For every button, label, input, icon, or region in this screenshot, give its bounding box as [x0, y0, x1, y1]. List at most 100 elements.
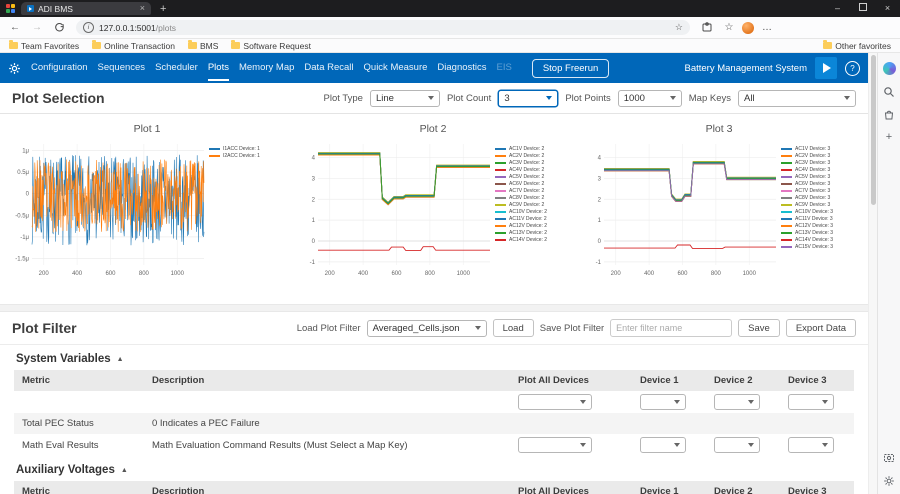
plot-count-select[interactable]: 3 [498, 89, 559, 107]
legend-item[interactable]: AC10V Device: 3 [781, 208, 855, 215]
scrollbar-thumb[interactable] [870, 55, 876, 205]
help-icon[interactable]: ? [845, 60, 860, 76]
copilot-icon[interactable] [882, 62, 896, 75]
legend-item[interactable]: AC4V Device: 3 [781, 166, 855, 173]
close-button[interactable]: × [875, 0, 900, 17]
favorite-item-bms[interactable]: BMS [187, 40, 218, 51]
save-button[interactable]: Save [738, 319, 780, 337]
plot-canvas[interactable]: 200 400 600 800 1000 4 3 2 1 0 -1 [579, 138, 779, 278]
adi-logo[interactable] [815, 57, 837, 79]
settings-menu-icon[interactable]: … [758, 17, 776, 38]
legend-item[interactable]: AC2V Device: 3 [781, 152, 855, 159]
browser-tab[interactable]: ADI BMS × [21, 2, 151, 15]
legend-item[interactable]: AC13V Device: 2 [495, 229, 569, 236]
device-2-select[interactable] [714, 437, 760, 453]
legend-item[interactable]: AC8V Device: 2 [495, 194, 569, 201]
nav-item-eis[interactable]: EIS [497, 53, 512, 83]
maximize-button[interactable] [850, 0, 875, 17]
plot-points-select[interactable]: 1000 [617, 89, 682, 107]
device-3-select[interactable] [788, 394, 834, 410]
favorite-item-online-transaction[interactable]: Online Transaction [92, 40, 175, 51]
shopping-icon[interactable] [883, 108, 896, 121]
legend-item[interactable]: AC3V Device: 2 [495, 159, 569, 166]
legend-item[interactable]: AC5V Device: 2 [495, 173, 569, 180]
back-button[interactable]: ← [6, 17, 24, 38]
legend-item[interactable]: AC4V Device: 2 [495, 166, 569, 173]
legend-item[interactable]: AC11V Device: 3 [781, 215, 855, 222]
column-header-device-2: Device 2 [714, 486, 753, 494]
nav-item-data-recall[interactable]: Data Recall [304, 53, 353, 83]
load-filter-select[interactable]: Averaged_Cells.json [366, 319, 487, 337]
plot-canvas[interactable]: 200 400 600 800 1000 4 3 2 1 0 -1 [293, 138, 493, 278]
auxiliary-voltages-header[interactable]: Auxiliary Voltages ▲ [0, 456, 868, 481]
workspace-icon[interactable] [6, 4, 15, 13]
legend-item[interactable]: AC6V Device: 2 [495, 180, 569, 187]
legend-item[interactable]: AC9V Device: 2 [495, 201, 569, 208]
legend-item[interactable]: AC12V Device: 2 [495, 222, 569, 229]
legend-item[interactable]: AC1V Device: 3 [781, 145, 855, 152]
stop-freerun-button[interactable]: Stop Freerun [531, 58, 610, 78]
extensions-icon[interactable] [698, 17, 716, 38]
plot-all-devices-select[interactable] [518, 437, 592, 453]
forward-button[interactable]: → [28, 17, 46, 38]
other-favorites[interactable]: Other favorites [823, 40, 891, 51]
filter-name-input[interactable] [610, 319, 733, 337]
legend-item[interactable]: AC9V Device: 3 [781, 201, 855, 208]
favorite-star-icon[interactable]: ☆ [675, 22, 683, 33]
nav-item-quick-measure[interactable]: Quick Measure [364, 53, 428, 83]
favorite-item-team-favorites[interactable]: Team Favorites [9, 40, 79, 51]
legend-item[interactable]: AC7V Device: 2 [495, 187, 569, 194]
legend-item[interactable]: AC10V Device: 2 [495, 208, 569, 215]
add-sidebar-item-icon[interactable]: + [883, 131, 896, 144]
legend-item[interactable]: AC15V Device: 3 [781, 243, 855, 250]
legend-item[interactable]: I1ACC Device: 1 [209, 145, 283, 152]
site-info-icon[interactable]: i [83, 22, 94, 33]
device-3-select[interactable] [788, 437, 834, 453]
nav-item-configuration[interactable]: Configuration [31, 53, 88, 83]
legend-item[interactable]: AC2V Device: 2 [495, 152, 569, 159]
export-data-button[interactable]: Export Data [785, 319, 856, 337]
page-scrollbar[interactable] [868, 53, 877, 494]
gear-icon[interactable] [8, 62, 21, 75]
search-icon[interactable] [883, 85, 896, 98]
nav-item-scheduler[interactable]: Scheduler [155, 53, 198, 83]
legend-item[interactable]: AC3V Device: 3 [781, 159, 855, 166]
device-1-select[interactable] [640, 437, 686, 453]
column-header-description: Description [152, 486, 205, 494]
tab-close-icon[interactable]: × [140, 2, 145, 15]
legend-item[interactable]: AC8V Device: 3 [781, 194, 855, 201]
device-1-select[interactable] [640, 394, 686, 410]
legend-item[interactable]: AC7V Device: 3 [781, 187, 855, 194]
refresh-button[interactable] [50, 17, 68, 38]
system-variables-header[interactable]: System Variables ▲ [0, 345, 868, 370]
load-button[interactable]: Load [492, 319, 534, 337]
favorite-item-software-request[interactable]: Software Request [231, 40, 311, 51]
settings-icon[interactable] [883, 474, 896, 487]
favorites-menu-icon[interactable]: ☆ [720, 17, 738, 38]
profile-avatar[interactable] [742, 21, 754, 34]
nav-item-memory-map[interactable]: Memory Map [239, 53, 294, 83]
legend-item[interactable]: AC13V Device: 3 [781, 229, 855, 236]
chevron-down-icon [748, 443, 754, 447]
legend-item[interactable]: AC1V Device: 2 [495, 145, 569, 152]
minimize-button[interactable]: – [825, 0, 850, 17]
screenshot-icon[interactable] [883, 451, 896, 464]
legend-item[interactable]: AC6V Device: 3 [781, 180, 855, 187]
legend-item[interactable]: AC11V Device: 2 [495, 215, 569, 222]
address-bar[interactable]: i 127.0.0.1:5001/plots ☆ [76, 20, 690, 35]
device-2-select[interactable] [714, 394, 760, 410]
legend-item[interactable]: I2ACC Device: 1 [209, 152, 283, 159]
legend-item[interactable]: AC14V Device: 3 [781, 236, 855, 243]
nav-item-sequences[interactable]: Sequences [98, 53, 146, 83]
plot-type-select[interactable]: Line [369, 89, 440, 107]
legend-item[interactable]: AC14V Device: 2 [495, 236, 569, 243]
legend-item[interactable]: AC5V Device: 3 [781, 173, 855, 180]
map-keys-select[interactable]: All [738, 89, 856, 107]
nav-item-plots[interactable]: Plots [207, 53, 230, 83]
legend-item[interactable]: AC12V Device: 3 [781, 222, 855, 229]
new-tab-button[interactable]: + [160, 3, 166, 15]
plot-all-devices-select[interactable] [518, 394, 592, 410]
folder-icon [187, 40, 197, 49]
nav-item-diagnostics[interactable]: Diagnostics [437, 53, 486, 83]
plot-canvas[interactable]: 200 400 600 800 1000 1μ 0.5μ 0 -0.5μ -1μ -1.5μ [7, 138, 207, 278]
